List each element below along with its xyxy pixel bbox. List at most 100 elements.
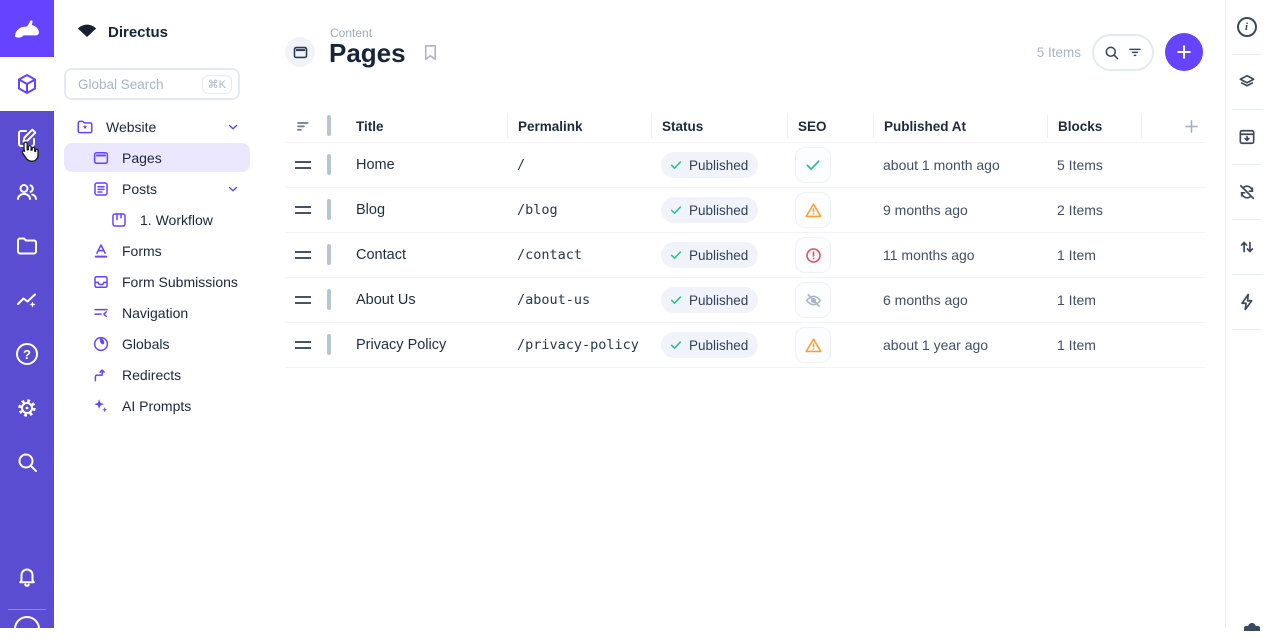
table-row[interactable]: Contact /contact Published 11 months ago… bbox=[285, 233, 1205, 278]
module-bar: ? bbox=[0, 0, 54, 628]
seo-status-tile[interactable] bbox=[795, 327, 831, 363]
seo-check-icon bbox=[804, 156, 822, 174]
search-filter-pill[interactable] bbox=[1092, 34, 1154, 71]
sidebar-item-redirects[interactable]: Redirects bbox=[64, 360, 250, 389]
module-help[interactable]: ? bbox=[0, 327, 54, 381]
column-header-published-at[interactable]: Published At bbox=[873, 114, 1047, 138]
seo-error-icon bbox=[804, 246, 823, 265]
kanban-icon bbox=[110, 211, 128, 229]
column-header-title[interactable]: Title bbox=[356, 114, 507, 138]
search-icon[interactable] bbox=[1103, 44, 1120, 61]
cell-permalink: /about-us bbox=[507, 292, 651, 308]
folder-star-icon bbox=[76, 118, 94, 136]
sidebar-item-form-submissions[interactable]: Form Submissions bbox=[64, 267, 250, 296]
page-title: Pages bbox=[329, 38, 406, 69]
cell-title: Blog bbox=[356, 202, 507, 218]
column-header-seo[interactable]: SEO bbox=[787, 114, 873, 138]
manual-sort-icon[interactable] bbox=[295, 117, 313, 135]
seo-warning-icon bbox=[804, 201, 823, 220]
row-checkbox[interactable] bbox=[327, 199, 331, 220]
items-count: 5 Items bbox=[1037, 45, 1081, 60]
column-header-blocks[interactable]: Blocks bbox=[1047, 114, 1141, 138]
check-icon bbox=[669, 293, 683, 307]
module-content[interactable] bbox=[0, 57, 54, 111]
global-search-input[interactable]: Global Search ⌘K bbox=[64, 68, 240, 100]
flows-button[interactable] bbox=[1226, 275, 1267, 329]
items-table: Title Permalink Status SEO Published At … bbox=[285, 110, 1205, 368]
inbox-icon bbox=[92, 273, 110, 291]
sidebar-item-navigation[interactable]: Navigation bbox=[64, 298, 250, 327]
layout-options-button[interactable] bbox=[1226, 55, 1267, 109]
status-badge: Published bbox=[661, 242, 758, 268]
partial-bottom-icon bbox=[1243, 623, 1261, 631]
notifications-button[interactable] bbox=[0, 549, 54, 603]
drag-handle[interactable] bbox=[295, 341, 311, 349]
row-checkbox[interactable] bbox=[327, 244, 331, 265]
module-users[interactable] bbox=[0, 165, 54, 219]
cell-published-at: about 1 year ago bbox=[873, 337, 1047, 353]
sidebar-item-forms[interactable]: Forms bbox=[64, 236, 250, 265]
global-search-placeholder: Global Search bbox=[78, 77, 194, 92]
module-settings[interactable] bbox=[0, 381, 54, 435]
bookmark-icon[interactable] bbox=[421, 42, 440, 63]
table-row[interactable]: Blog /blog Published 9 months ago 2 Item… bbox=[285, 188, 1205, 233]
redirect-arrow-icon bbox=[92, 366, 110, 384]
sidebar-item-workflow[interactable]: 1. Workflow bbox=[64, 205, 250, 234]
select-all-checkbox[interactable] bbox=[327, 115, 331, 136]
import-export-button[interactable] bbox=[1226, 220, 1267, 274]
directus-logo-tile[interactable] bbox=[0, 0, 54, 57]
sidebar-item-website[interactable]: Website bbox=[64, 112, 250, 141]
status-label: Published bbox=[689, 203, 748, 218]
avatar[interactable] bbox=[14, 616, 40, 642]
info-button[interactable]: i bbox=[1226, 0, 1267, 54]
status-badge: Published bbox=[661, 197, 758, 223]
row-checkbox[interactable] bbox=[327, 289, 331, 310]
collection-icon-badge[interactable] bbox=[285, 37, 315, 67]
sidebar-item-posts[interactable]: Posts bbox=[64, 174, 250, 203]
edit-icon bbox=[15, 126, 39, 150]
module-search[interactable] bbox=[0, 435, 54, 489]
bell-icon bbox=[15, 564, 39, 588]
row-checkbox[interactable] bbox=[327, 154, 331, 175]
filter-icon[interactable] bbox=[1127, 44, 1143, 60]
chevron-down-icon[interactable] bbox=[226, 182, 240, 196]
table-row[interactable]: Home / Published about 1 month ago 5 Ite… bbox=[285, 143, 1205, 188]
cell-title: Home bbox=[356, 157, 507, 173]
module-editor[interactable] bbox=[0, 111, 54, 165]
chevron-down-icon[interactable] bbox=[226, 120, 240, 134]
row-checkbox[interactable] bbox=[327, 334, 331, 355]
sidebar-item-ai-prompts[interactable]: AI Prompts bbox=[64, 391, 250, 420]
seo-status-tile[interactable] bbox=[795, 192, 831, 228]
column-header-status[interactable]: Status bbox=[651, 114, 787, 138]
check-icon bbox=[669, 248, 683, 262]
seo-status-tile[interactable] bbox=[795, 147, 831, 183]
module-insights[interactable] bbox=[0, 273, 54, 327]
seo-status-tile[interactable] bbox=[795, 282, 831, 318]
cell-title: Privacy Policy bbox=[356, 337, 507, 353]
cell-blocks: 1 Item bbox=[1047, 337, 1141, 353]
sidebar-item-globals[interactable]: Globals bbox=[64, 329, 250, 358]
add-column-button[interactable] bbox=[1182, 117, 1201, 136]
check-icon bbox=[669, 338, 683, 352]
sync-disabled-button[interactable] bbox=[1226, 165, 1267, 219]
check-icon bbox=[669, 158, 683, 172]
table-header: Title Permalink Status SEO Published At … bbox=[285, 110, 1205, 143]
project-brand[interactable]: Directus bbox=[54, 0, 264, 44]
project-logo-icon bbox=[76, 24, 98, 40]
table-row[interactable]: About Us /about-us Published 6 months ag… bbox=[285, 278, 1205, 323]
sidebar-item-pages[interactable]: Pages bbox=[64, 143, 250, 172]
drag-handle[interactable] bbox=[295, 206, 311, 214]
archive-button[interactable] bbox=[1226, 110, 1267, 164]
gear-icon bbox=[15, 396, 39, 420]
add-item-button[interactable] bbox=[1165, 33, 1203, 71]
drag-handle[interactable] bbox=[295, 296, 311, 304]
status-badge: Published bbox=[661, 332, 758, 358]
module-files[interactable] bbox=[0, 219, 54, 273]
column-header-permalink[interactable]: Permalink bbox=[507, 114, 651, 138]
table-row[interactable]: Privacy Policy /privacy-policy Published… bbox=[285, 323, 1205, 368]
drag-handle[interactable] bbox=[295, 251, 311, 259]
window-icon bbox=[292, 44, 309, 61]
drag-handle[interactable] bbox=[295, 161, 311, 169]
rabbit-logo-icon bbox=[12, 14, 42, 44]
seo-status-tile[interactable] bbox=[795, 237, 831, 273]
